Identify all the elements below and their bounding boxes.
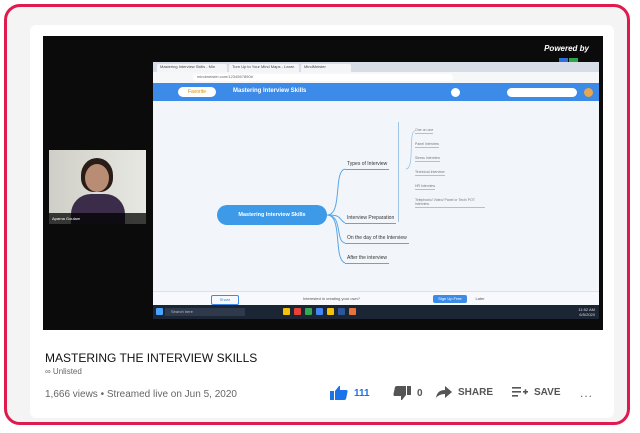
shared-browser-window: Mastering Interview Skills - Min Turn Up… [153, 62, 599, 306]
like-count: 111 [354, 387, 370, 399]
playlist-add-icon [512, 387, 528, 397]
video-meta: 1,666 views • Streamed live on Jun 5, 20… [45, 389, 237, 400]
app-icon[interactable] [294, 308, 301, 315]
browser-tab[interactable]: MindMeister [301, 64, 351, 72]
later-button[interactable]: Later [471, 295, 489, 303]
document-title: Mastering Interview Skills [233, 88, 307, 94]
start-icon[interactable] [156, 308, 163, 315]
share-button[interactable]: SHARE [436, 386, 493, 398]
branch-node[interactable]: Types of Interview [345, 161, 390, 170]
powered-by-label: Powered by [544, 44, 589, 53]
webcam-overlay: Aparna Goutam [49, 150, 146, 224]
windows-taskbar: Search here 11:52 AM 6/5/2020 [153, 305, 599, 319]
thumbs-down-icon [393, 386, 411, 400]
taskbar-clock: 11:52 AM 6/5/2020 [578, 307, 595, 317]
share-arrow-icon [436, 386, 452, 398]
taskbar-search[interactable]: Search here [165, 308, 245, 316]
central-topic[interactable]: Mastering Interview Skills [217, 205, 327, 225]
visibility-badge: ∞ Unlisted [45, 367, 82, 376]
leaf-node[interactable]: Panel Interview [415, 142, 439, 148]
url-field[interactable]: mindmeister.com/1234567890# [193, 74, 453, 81]
more-options-button[interactable]: ... [580, 386, 593, 400]
browser-address-bar: mindmeister.com/1234567890# [153, 72, 599, 83]
app-icon[interactable] [349, 308, 356, 315]
leaf-node[interactable]: Technical Interview [415, 170, 445, 176]
signup-hint: Interested in creating your own? [303, 296, 360, 301]
presenter-name: Aparna Goutam [49, 213, 146, 224]
folder-icon[interactable] [283, 308, 290, 315]
app-bottom-bar: Share Interested in creating your own? S… [153, 291, 599, 306]
presenter-face [85, 164, 109, 192]
video-title: MASTERING THE INTERVIEW SKILLS [45, 351, 258, 365]
add-node-icon[interactable] [451, 88, 460, 97]
video-player[interactable]: Powered by Mastering Interview Skills - … [43, 36, 603, 330]
share-map-button[interactable]: Share [211, 295, 239, 305]
app-icon[interactable] [327, 308, 334, 315]
save-button[interactable]: SAVE [512, 386, 561, 398]
dislike-count: 0 [417, 387, 423, 399]
branch-node[interactable]: On the day of the Interview [345, 235, 409, 244]
branch-node[interactable]: Interview Preparation [345, 215, 397, 224]
leaf-node[interactable]: Stress Interview [415, 156, 440, 162]
avatar[interactable] [584, 88, 593, 97]
browser-tab[interactable]: Turn Up to Your Mind Maps - Learn [229, 64, 299, 72]
dislike-button[interactable]: 0 [393, 386, 423, 400]
leaf-node[interactable]: Telephonic/ Video/ Panel or Tech/ POT In… [415, 198, 485, 208]
browser-tabbar: Mastering Interview Skills - Min Turn Up… [153, 62, 599, 72]
branch-node[interactable]: After the interview [345, 255, 390, 264]
app-icon[interactable] [316, 308, 323, 315]
mindmap-canvas[interactable]: Mastering Interview Skills Types of Inte… [153, 101, 599, 291]
app-search-input[interactable] [507, 88, 577, 97]
thumbs-up-icon [330, 386, 348, 400]
leaf-node[interactable]: One on one [415, 128, 434, 134]
clock-date: 6/5/2020 [579, 312, 595, 317]
save-label: SAVE [534, 386, 561, 398]
like-button[interactable]: 111 [330, 386, 370, 400]
signup-button[interactable]: Sign Up Free [433, 295, 467, 303]
word-icon[interactable] [338, 308, 345, 315]
chrome-icon[interactable] [305, 308, 312, 315]
favorite-button[interactable]: Favorite [178, 87, 216, 97]
leaf-bracket [398, 122, 411, 222]
app-toolbar: Favorite Mastering Interview Skills [153, 83, 599, 101]
browser-tab[interactable]: Mastering Interview Skills - Min [157, 64, 227, 72]
share-label: SHARE [458, 386, 494, 398]
leaf-node[interactable]: HR Interview [415, 184, 436, 190]
